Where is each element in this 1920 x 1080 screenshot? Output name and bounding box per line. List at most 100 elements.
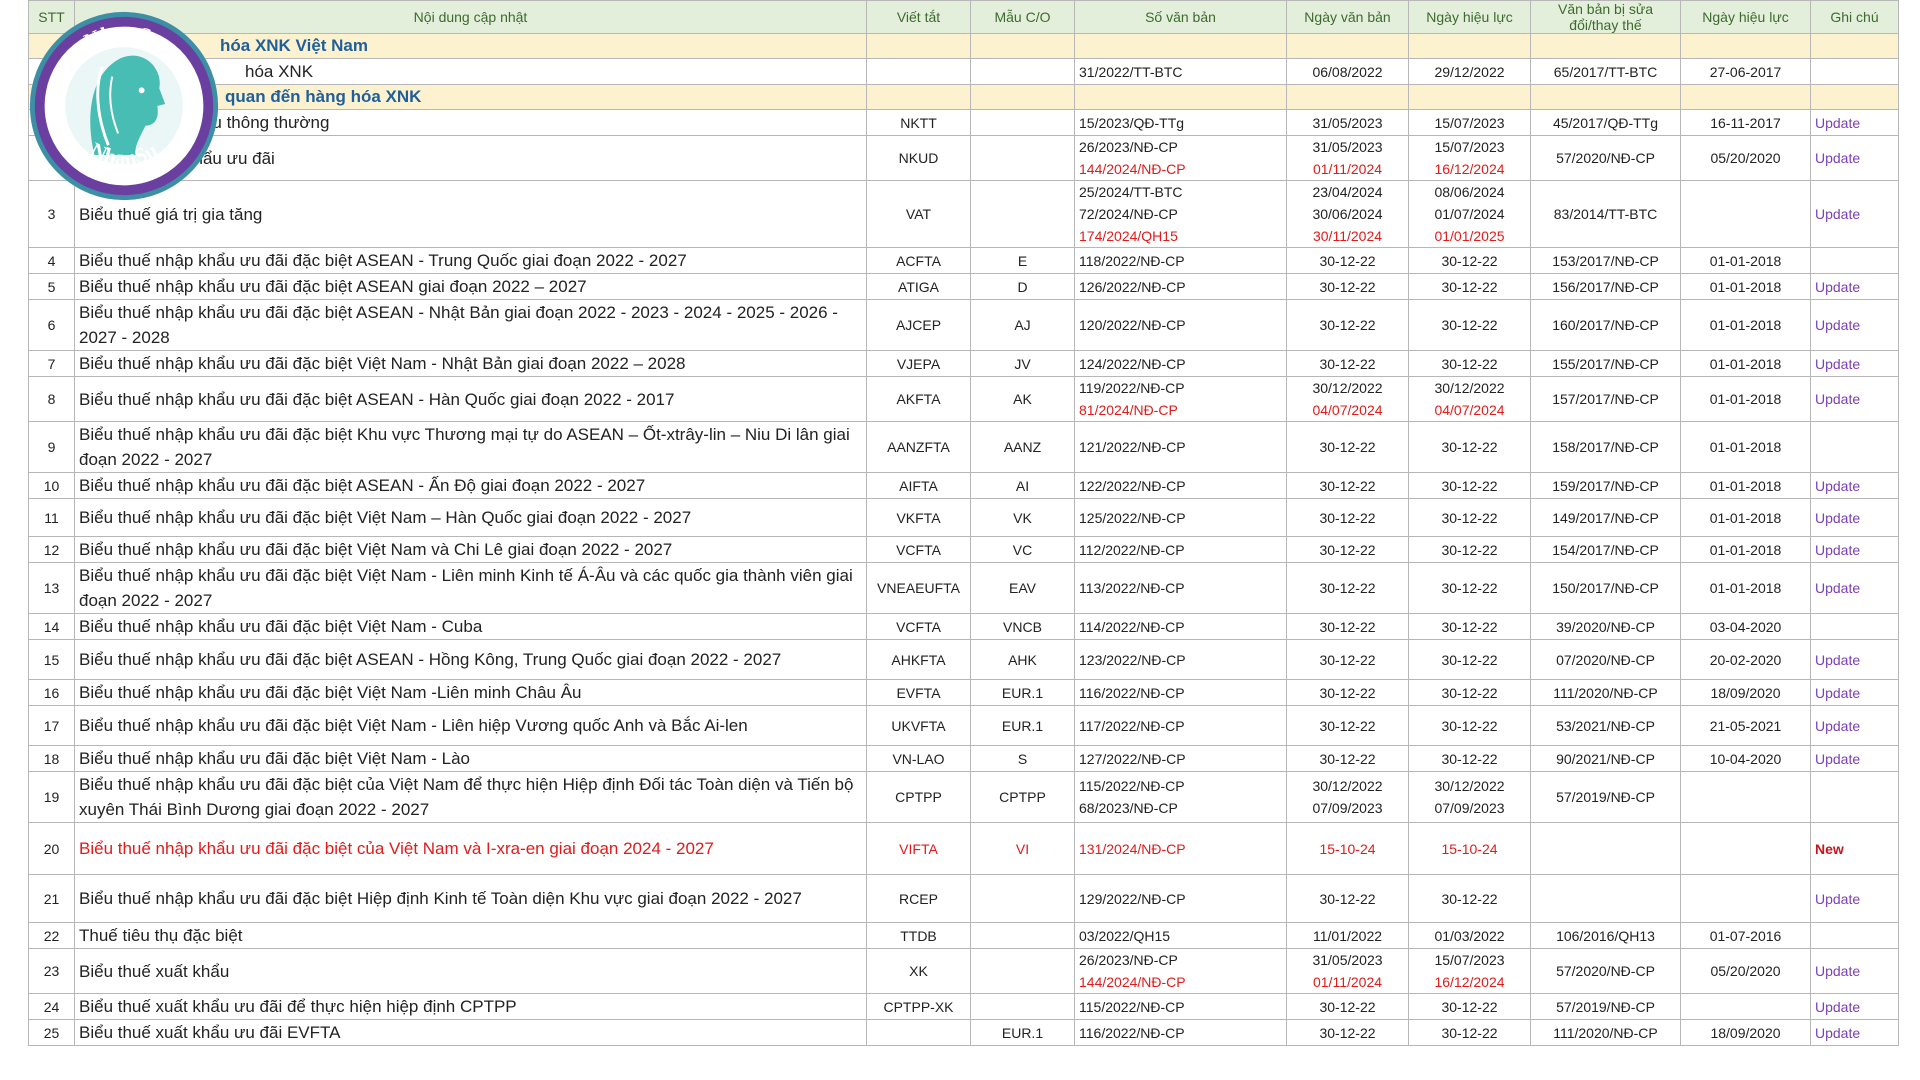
cell-content[interactable]: Biểu thuế nhập khẩu ưu đãi đặc biệt Việt…: [74, 350, 867, 377]
header-co-form[interactable]: Mẫu C/O: [970, 0, 1075, 34]
cell-abbrev[interactable]: AJCEP: [866, 299, 971, 351]
cell-co-form[interactable]: EUR.1: [970, 705, 1075, 746]
cell-replaced-doc[interactable]: 149/2017/NĐ-CP: [1530, 498, 1681, 537]
header-abbrev[interactable]: Viết tắt: [866, 0, 971, 34]
cell-effective-date[interactable]: 30-12-22: [1408, 247, 1531, 274]
cell-effective-date-2[interactable]: 10-04-2020: [1680, 745, 1811, 772]
cell-co-form[interactable]: JV: [970, 350, 1075, 377]
cell-effective-date-2[interactable]: 01-01-2018: [1680, 299, 1811, 351]
cell-effective-date[interactable]: 30-12-22: [1408, 639, 1531, 680]
cell-effective-date-2[interactable]: 01-01-2018: [1680, 472, 1811, 499]
cell-replaced-doc[interactable]: 150/2017/NĐ-CP: [1530, 562, 1681, 614]
cell-note[interactable]: Update: [1810, 472, 1899, 499]
cell-doc-date[interactable]: 06/08/2022: [1286, 58, 1409, 85]
cell-stt[interactable]: 11: [28, 498, 75, 537]
cell-doc-number[interactable]: 113/2022/NĐ-CP: [1074, 562, 1287, 614]
cell-doc-date[interactable]: 30-12-22: [1286, 1019, 1409, 1046]
header-effective-date-2[interactable]: Ngày hiệu lực: [1680, 0, 1811, 34]
cell-doc-number[interactable]: 115/2022/NĐ-CP: [1074, 993, 1287, 1020]
cell-effective-date[interactable]: 30/12/2022 07/09/2023: [1408, 771, 1531, 823]
cell-effective-date-2[interactable]: 27-06-2017: [1680, 58, 1811, 85]
cell-abbrev[interactable]: AKFTA: [866, 376, 971, 422]
cell-note[interactable]: [1810, 613, 1899, 640]
cell-replaced-doc[interactable]: 160/2017/NĐ-CP: [1530, 299, 1681, 351]
cell-replaced-doc[interactable]: 111/2020/NĐ-CP: [1530, 1019, 1681, 1046]
cell-co-form[interactable]: [970, 948, 1075, 994]
cell-abbrev[interactable]: CPTPP: [866, 771, 971, 823]
cell-doc-date[interactable]: 30-12-22: [1286, 498, 1409, 537]
cell-stt[interactable]: 25: [28, 1019, 75, 1046]
cell-replaced-doc[interactable]: 155/2017/NĐ-CP: [1530, 350, 1681, 377]
cell-stt[interactable]: 7: [28, 350, 75, 377]
cell-abbrev[interactable]: NKUD: [866, 135, 971, 181]
cell-replaced-doc[interactable]: 159/2017/NĐ-CP: [1530, 472, 1681, 499]
cell-replaced-doc[interactable]: 153/2017/NĐ-CP: [1530, 247, 1681, 274]
cell-stt[interactable]: 10: [28, 472, 75, 499]
cell-stt[interactable]: 23: [28, 948, 75, 994]
cell-note[interactable]: [1810, 922, 1899, 949]
cell-co-form[interactable]: D: [970, 273, 1075, 300]
cell-doc-date[interactable]: 30-12-22: [1286, 679, 1409, 706]
cell-note[interactable]: Update: [1810, 562, 1899, 614]
cell-doc-number[interactable]: 125/2022/NĐ-CP: [1074, 498, 1287, 537]
cell-note[interactable]: Update: [1810, 350, 1899, 377]
cell-effective-date-2[interactable]: 18/09/2020: [1680, 1019, 1811, 1046]
cell-abbrev[interactable]: EVFTA: [866, 679, 971, 706]
header-replaced-doc[interactable]: Văn bản bị sửa đổi/thay thế: [1530, 0, 1681, 34]
cell-replaced-doc[interactable]: 111/2020/NĐ-CP: [1530, 679, 1681, 706]
header-doc-date[interactable]: Ngày văn bản: [1286, 0, 1409, 34]
cell-doc-number[interactable]: 25/2024/TT-BTC 72/2024/NĐ-CP 174/2024/QH15: [1074, 180, 1287, 248]
cell-doc-date[interactable]: 30-12-22: [1286, 247, 1409, 274]
cell-co-form[interactable]: AJ: [970, 299, 1075, 351]
cell-stt[interactable]: 9: [28, 421, 75, 473]
cell-replaced-doc[interactable]: 53/2021/NĐ-CP: [1530, 705, 1681, 746]
cell-abbrev[interactable]: XK: [866, 948, 971, 994]
cell-doc-number[interactable]: 126/2022/NĐ-CP: [1074, 273, 1287, 300]
cell-doc-date[interactable]: 30-12-22: [1286, 639, 1409, 680]
cell-stt[interactable]: 5: [28, 273, 75, 300]
cell-replaced-doc[interactable]: 154/2017/NĐ-CP: [1530, 536, 1681, 563]
cell-content[interactable]: Biểu thuế nhập khẩu ưu đãi đặc biệt Việt…: [74, 745, 867, 772]
cell-effective-date[interactable]: 30-12-22: [1408, 874, 1531, 923]
cell-abbrev[interactable]: VAT: [866, 180, 971, 248]
cell-abbrev[interactable]: AANZFTA: [866, 421, 971, 473]
cell-abbrev[interactable]: NKTT: [866, 109, 971, 136]
cell-doc-number[interactable]: 119/2022/NĐ-CP 81/2024/NĐ-CP: [1074, 376, 1287, 422]
cell-abbrev[interactable]: AIFTA: [866, 472, 971, 499]
cell-stt[interactable]: 18: [28, 745, 75, 772]
cell-doc-number[interactable]: 26/2023/NĐ-CP 144/2024/NĐ-CP: [1074, 948, 1287, 994]
cell-content[interactable]: Biểu thuế nhập khẩu ưu đãi đặc biệt Hiệp…: [74, 874, 867, 923]
cell-effective-date-2[interactable]: 01-01-2018: [1680, 421, 1811, 473]
cell-effective-date[interactable]: 15-10-24: [1408, 822, 1531, 875]
cell-abbrev[interactable]: TTDB: [866, 922, 971, 949]
cell-stt[interactable]: 24: [28, 993, 75, 1020]
cell-note[interactable]: Update: [1810, 299, 1899, 351]
cell-note[interactable]: Update: [1810, 679, 1899, 706]
cell-content[interactable]: Biểu thuế nhập khẩu ưu đãi đặc biệt của …: [74, 822, 867, 875]
cell-effective-date-2[interactable]: 01-01-2018: [1680, 247, 1811, 274]
cell-note[interactable]: Update: [1810, 109, 1899, 136]
cell-abbrev[interactable]: VN-LAO: [866, 745, 971, 772]
cell-effective-date-2[interactable]: 01-01-2018: [1680, 350, 1811, 377]
cell-doc-number[interactable]: 129/2022/NĐ-CP: [1074, 874, 1287, 923]
cell-note[interactable]: Update: [1810, 705, 1899, 746]
cell-abbrev[interactable]: [866, 1019, 971, 1046]
cell-effective-date[interactable]: 01/03/2022: [1408, 922, 1531, 949]
cell-note[interactable]: Update: [1810, 180, 1899, 248]
cell-note[interactable]: [1810, 771, 1899, 823]
cell-effective-date[interactable]: 30-12-22: [1408, 745, 1531, 772]
cell-replaced-doc[interactable]: 57/2019/NĐ-CP: [1530, 771, 1681, 823]
cell-content[interactable]: Biểu thuế nhập khẩu ưu đãi đặc biệt ASEA…: [74, 247, 867, 274]
cell-effective-date-2[interactable]: 21-05-2021: [1680, 705, 1811, 746]
cell-effective-date-2[interactable]: 18/09/2020: [1680, 679, 1811, 706]
cell-effective-date-2[interactable]: 01-01-2018: [1680, 536, 1811, 563]
cell-content[interactable]: Biểu thuế xuất khẩu ưu đãi EVFTA: [74, 1019, 867, 1046]
cell-doc-date[interactable]: 30-12-22: [1286, 472, 1409, 499]
cell-effective-date[interactable]: 30-12-22: [1408, 299, 1531, 351]
cell-effective-date-2[interactable]: 01-01-2018: [1680, 273, 1811, 300]
cell-effective-date-2[interactable]: 16-11-2017: [1680, 109, 1811, 136]
cell-effective-date[interactable]: 30-12-22: [1408, 498, 1531, 537]
cell-doc-date[interactable]: 31/05/2023 01/11/2024: [1286, 948, 1409, 994]
cell-stt[interactable]: 20: [28, 822, 75, 875]
cell-doc-date[interactable]: 15-10-24: [1286, 822, 1409, 875]
